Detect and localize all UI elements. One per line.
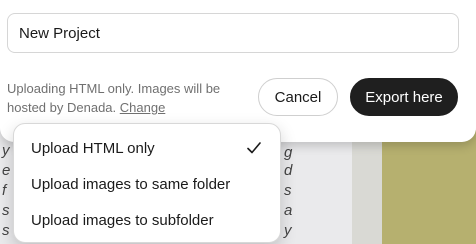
- menu-item-upload-images-same-folder[interactable]: Upload images to same folder: [14, 166, 280, 202]
- background-text-fragment: g: [284, 144, 293, 161]
- menu-item-label: Upload HTML only: [31, 139, 155, 157]
- export-here-button[interactable]: Export here: [350, 78, 458, 116]
- menu-item-upload-images-subfolder[interactable]: Upload images to subfolder: [14, 202, 280, 238]
- upload-note: Uploading HTML only. Images will be host…: [7, 79, 247, 117]
- menu-item-label: Upload images to subfolder: [31, 211, 214, 229]
- background-divider-column: [352, 130, 382, 244]
- menu-item-upload-html-only[interactable]: Upload HTML only: [14, 130, 280, 166]
- background-text-fragment: a: [284, 202, 293, 219]
- menu-item-label: Upload images to same folder: [31, 175, 231, 193]
- background-text-fragment: d: [284, 162, 293, 179]
- background-text-fragment: e: [2, 162, 11, 179]
- project-name-input[interactable]: [7, 13, 459, 53]
- upload-note-text: Uploading HTML only. Images will be host…: [7, 81, 221, 115]
- background-text-fragment: y: [2, 142, 10, 159]
- background-image-panel: [382, 130, 476, 244]
- background-text-fragment: s: [284, 182, 292, 199]
- export-panel: Uploading HTML only. Images will be host…: [0, 0, 476, 142]
- change-link[interactable]: Change: [120, 100, 166, 115]
- cancel-button[interactable]: Cancel: [258, 78, 338, 116]
- background-text-fragment: s: [2, 222, 10, 239]
- background-text-fragment: y: [284, 222, 292, 239]
- upload-options-menu: Upload HTML only Upload images to same f…: [13, 123, 281, 243]
- background-text-fragment: f: [2, 182, 7, 199]
- checkmark-icon: [247, 142, 261, 154]
- background-text-fragment: s: [2, 202, 10, 219]
